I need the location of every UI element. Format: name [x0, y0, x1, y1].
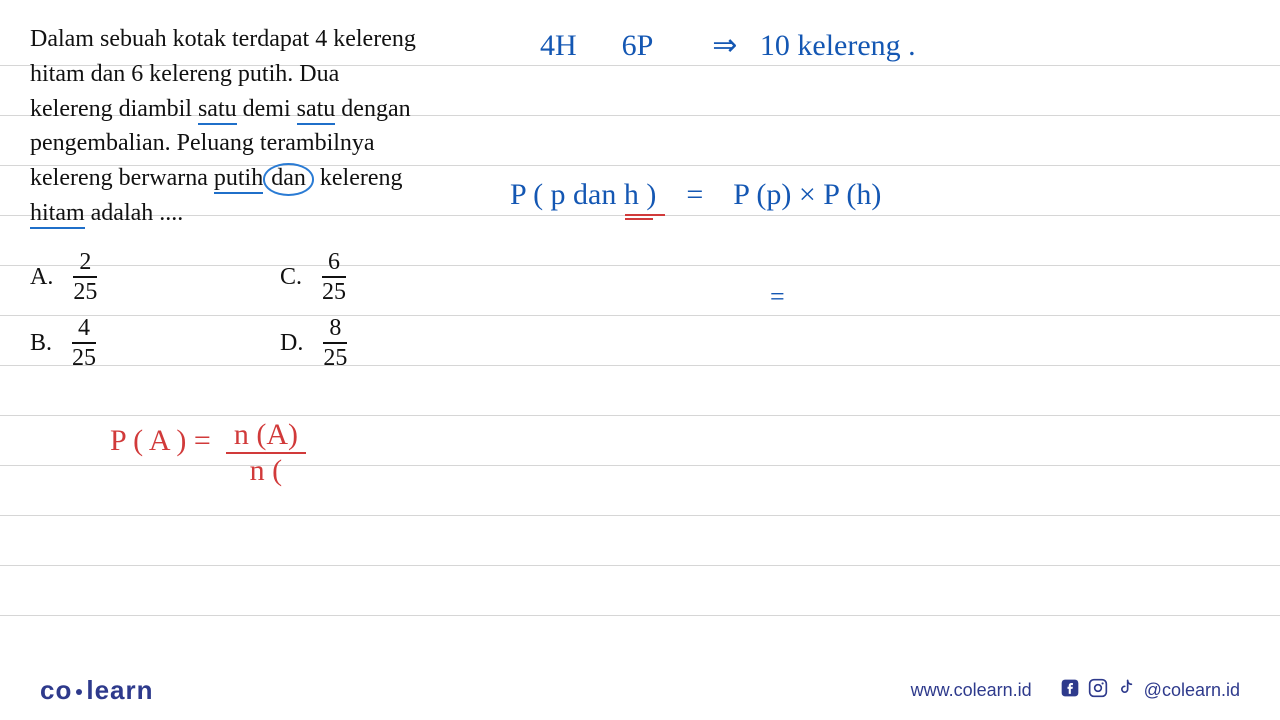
fraction-denominator: 25 — [317, 344, 353, 370]
question-line: kelereng berwarna — [30, 165, 214, 191]
footer-right: www.colearn.id @colearn.id — [911, 678, 1240, 703]
option-letter: D. — [280, 330, 303, 357]
option-row: B. 4 25 D. 8 25 — [30, 310, 530, 376]
fraction: 6 25 — [316, 250, 352, 304]
hand-text: 10 kelereng . — [760, 29, 916, 62]
logo-dot-icon — [76, 689, 82, 695]
hand-text: = — [686, 178, 703, 211]
question-line: pengembalian. Peluang terambilnya — [30, 130, 375, 156]
option-letter: B. — [30, 330, 52, 357]
social-handle: @colearn.id — [1144, 680, 1240, 701]
option-c: C. 6 25 — [280, 250, 530, 304]
question-line: kelereng — [314, 165, 403, 191]
hand-text: P ( A ) = — [110, 424, 211, 458]
rule-line — [0, 515, 1280, 516]
arrow-icon: ⇒ — [712, 29, 737, 62]
brand-logo: co learn — [40, 675, 154, 706]
question-line: Dalam sebuah kotak terdapat 4 kelereng — [30, 26, 416, 52]
option-d: D. 8 25 — [280, 316, 530, 370]
underline-word: putih — [214, 165, 263, 194]
handwritten-formula: P ( A ) = n (A) n ( — [110, 420, 306, 486]
fraction-denominator: 25 — [67, 278, 103, 304]
question-line: kelereng diambil — [30, 96, 198, 122]
fraction: 4 25 — [66, 316, 102, 370]
question-line: dengan — [335, 96, 410, 122]
fraction: 8 25 — [317, 316, 353, 370]
rule-line — [0, 615, 1280, 616]
footer-url: www.colearn.id — [911, 680, 1032, 701]
instagram-icon — [1088, 678, 1108, 703]
hand-text: P (p) × P (h) — [733, 178, 881, 211]
answer-options: A. 2 25 C. 6 25 B. 4 25 — [30, 244, 530, 376]
fraction-numerator: 2 — [73, 250, 97, 278]
hand-text: = — [770, 282, 785, 311]
option-row: A. 2 25 C. 6 25 — [30, 244, 530, 310]
question-line: hitam dan 6 kelereng putih. Dua — [30, 61, 339, 87]
underline-word: satu — [198, 96, 237, 125]
fraction-denominator: 25 — [316, 278, 352, 304]
option-a: A. 2 25 — [30, 250, 280, 304]
fraction-numerator: 8 — [323, 316, 347, 344]
fraction-denominator: 25 — [66, 344, 102, 370]
option-letter: C. — [280, 264, 302, 291]
logo-text: co — [40, 675, 72, 706]
page-root: Dalam sebuah kotak terdapat 4 kelereng h… — [0, 0, 1280, 720]
hand-text: P ( p dan h ) — [510, 178, 656, 211]
logo-text: learn — [86, 675, 153, 706]
hand-text: 6P — [622, 29, 653, 62]
fraction: 2 25 — [67, 250, 103, 304]
footer-bar: co learn www.colearn.id @colearn.id — [0, 660, 1280, 720]
handwritten-equation: P ( p dan h ) = P (p) × P (h) — [510, 178, 881, 212]
question-text: Dalam sebuah kotak terdapat 4 kelereng h… — [30, 22, 445, 231]
rule-line — [0, 565, 1280, 566]
handwritten-fraction: n (A) n ( — [226, 420, 306, 486]
fraction-numerator: 4 — [72, 316, 96, 344]
underline-word: hitam — [30, 200, 85, 229]
hand-text: 4H — [540, 29, 577, 62]
social-group: @colearn.id — [1060, 678, 1240, 703]
tiktok-icon — [1116, 678, 1136, 703]
underline-word: satu — [297, 96, 336, 125]
question-line: demi — [237, 96, 297, 122]
option-b: B. 4 25 — [30, 316, 280, 370]
fraction-numerator: n (A) — [226, 420, 306, 454]
question-line: adalah .... — [85, 200, 184, 226]
red-underline-icon — [625, 214, 665, 220]
facebook-icon — [1060, 678, 1080, 703]
option-letter: A. — [30, 264, 53, 291]
handwritten-equals: = — [770, 282, 785, 312]
rule-line — [0, 415, 1280, 416]
circled-word: dan — [263, 163, 314, 195]
fraction-numerator: 6 — [322, 250, 346, 278]
handwritten-note: 4H 6P ⇒ 10 kelereng . — [540, 28, 916, 63]
fraction-denominator: n ( — [242, 454, 291, 486]
